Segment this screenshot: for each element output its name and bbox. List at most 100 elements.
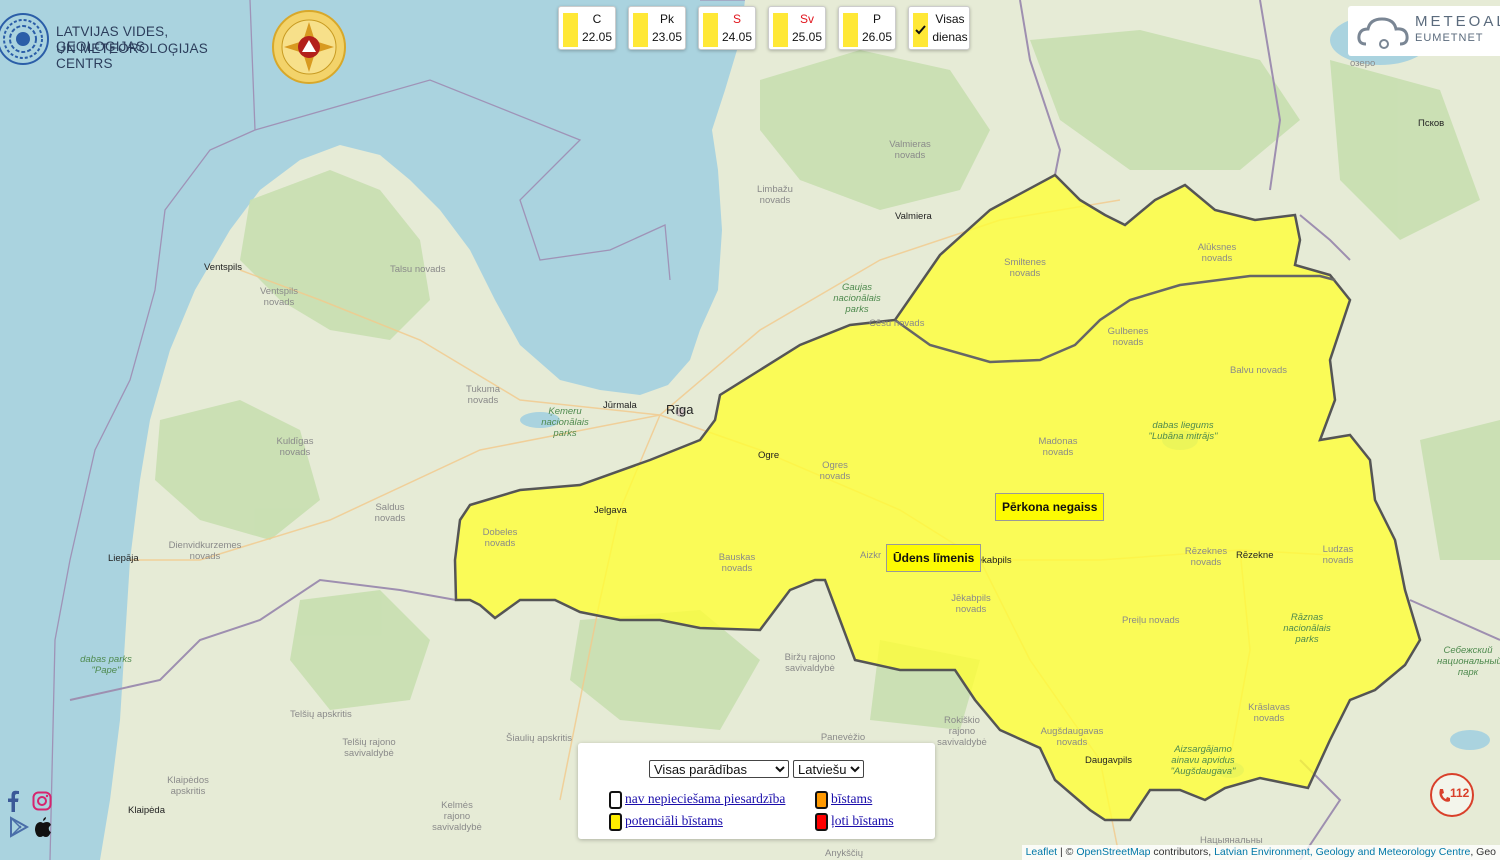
place-label: Rēzekne <box>1236 550 1274 561</box>
legend-panel: Visas parādības Latviešu nav nepieciešam… <box>578 743 935 839</box>
leaflet-link[interactable]: Leaflet <box>1026 846 1058 858</box>
day-date: 24.05 <box>721 30 753 44</box>
place-label: Limbažu novads <box>757 184 793 206</box>
place-label: Ventspils <box>204 262 243 273</box>
all-days-label-line1: Visas <box>935 12 965 26</box>
eumetnet-text: EUMETNET <box>1415 32 1484 44</box>
google-play-icon[interactable] <box>8 816 30 838</box>
day-button-s[interactable]: S 24.05 <box>698 6 756 50</box>
day-button-p[interactable]: P 26.05 <box>838 6 896 50</box>
map-attribution: Leaflet | © OpenStreetMap contributors, … <box>1021 845 1500 860</box>
apple-icon[interactable] <box>34 816 52 838</box>
day-name: Sv <box>799 12 814 26</box>
legend-item-potential[interactable]: potenciāli bīstams <box>625 813 723 829</box>
place-label: Klaipėdos apskritis <box>167 775 209 797</box>
place-label: Telšių apskritis <box>290 709 352 720</box>
day-warning-swatch <box>633 13 648 47</box>
day-button-sv[interactable]: Sv 25.05 <box>768 6 826 50</box>
place-label: Jelgava <box>594 505 627 516</box>
place-label: озеро <box>1350 58 1376 69</box>
day-date: 23.05 <box>651 30 683 44</box>
place-label: dabas liegums "Lubāna mitrājs" <box>1148 420 1218 442</box>
place-label: Ventspils novads <box>259 286 299 308</box>
day-warning-swatch <box>773 13 788 47</box>
place-label: Šiaulių apskritis <box>506 733 572 744</box>
place-label: Ķemeru nacionālais parks <box>541 406 589 439</box>
place-label: dabas parks "Pape" <box>80 654 132 676</box>
day-warning-swatch <box>563 13 578 47</box>
meteoalarm-logo[interactable]: METEOAL EUMETNET <box>1348 6 1500 56</box>
day-warning-swatch <box>843 13 858 47</box>
place-label: Preiļu novads <box>1122 615 1180 626</box>
map-view[interactable]: Ventspils Ventspils novads Talsu novads … <box>0 0 1500 860</box>
place-label: Kelmės rajono savivaldybė <box>432 800 482 833</box>
emergency-112-button[interactable]: 112 <box>1430 773 1474 817</box>
fire-rescue-emblem-icon[interactable] <box>270 8 348 86</box>
emergency-number: 112 <box>1450 786 1470 800</box>
day-name: S <box>732 12 741 26</box>
lvgmc-logo[interactable]: LATVIJAS VIDES, ĢEOLOĢIJAS UN METEOROLOĢ… <box>0 12 250 71</box>
place-label: Псков <box>1418 118 1445 129</box>
place-label: Madonas novads <box>1038 436 1078 458</box>
place-label: Rāznas nacionālais parks <box>1283 612 1331 645</box>
place-label: Dobeles novads <box>482 527 518 549</box>
all-days-button[interactable]: Visas dienas <box>908 6 970 50</box>
place-label: Talsu novads <box>390 264 446 275</box>
facebook-icon[interactable] <box>5 790 21 812</box>
place-label: Rīga <box>666 402 694 417</box>
day-date: 22.05 <box>581 30 613 44</box>
place-label: Klaipėda <box>128 805 165 816</box>
place-label: Smiltenes novads <box>1004 257 1046 279</box>
legend-item-dangerous[interactable]: bīstams <box>831 791 872 807</box>
day-date: 25.05 <box>791 30 823 44</box>
place-label: Jēkabpils novads <box>951 593 991 615</box>
place-label: Kuldīgas novads <box>276 436 314 458</box>
day-button-c[interactable]: C 22.05 <box>558 6 616 50</box>
warning-label-thunderstorm[interactable]: Pērkona negaiss <box>995 493 1105 521</box>
place-label: Saldus novads <box>374 502 406 524</box>
legend-item-none[interactable]: nav nepieciešama piesardzība <box>625 791 785 807</box>
place-label: Себежский национальный парк <box>1437 645 1500 678</box>
cloud-icon <box>1357 17 1409 49</box>
place-label: Balvu novads <box>1230 365 1288 376</box>
attribution-contributors: contributors, <box>1150 846 1215 858</box>
place-label: Telšių rajono savivaldybė <box>342 737 396 759</box>
instagram-icon[interactable] <box>32 791 52 811</box>
place-label: Biržų rajono savivaldybė <box>784 652 836 674</box>
org-name-line2: UN METEOROLOĢIJAS CENTRS <box>56 41 208 71</box>
place-label: Aizkr <box>860 550 882 561</box>
all-days-checkbox[interactable] <box>913 13 928 47</box>
day-warning-swatch <box>703 13 718 47</box>
place-label: Daugavpils <box>1085 755 1132 766</box>
warning-label-water-level[interactable]: Ūdens līmenis <box>886 544 982 572</box>
attribution-separator: | © <box>1057 846 1077 858</box>
day-date: 26.05 <box>861 30 893 44</box>
day-name: Pk <box>659 12 674 26</box>
legend-swatch-potential <box>609 813 622 831</box>
day-button-pk[interactable]: Pk 23.05 <box>628 6 686 50</box>
place-label: Augšdaugavas novads <box>1040 726 1104 748</box>
attribution-tail: , Geo <box>1470 846 1496 858</box>
place-label: Ludzas novads <box>1322 544 1354 566</box>
day-name: C <box>592 12 602 26</box>
place-label: Dienvidkurzemes novads <box>168 540 242 562</box>
place-label: Valmiera <box>895 211 932 222</box>
phenomenon-select[interactable]: Visas parādības <box>649 760 789 778</box>
place-label: Jūrmala <box>603 400 637 411</box>
place-label: Ogres novads <box>819 460 851 482</box>
map-base <box>0 0 1500 860</box>
meteoalarm-text: METEOAL <box>1415 13 1500 30</box>
place-label: Gulbenes novads <box>1107 326 1149 348</box>
language-select[interactable]: Latviešu <box>793 760 864 778</box>
place-label: Anykščių <box>825 848 864 859</box>
legend-swatch-very-dangerous <box>815 813 828 831</box>
legend-swatch-dangerous <box>815 791 828 809</box>
place-label: Alūksnes novads <box>1197 242 1237 264</box>
checkmark-icon <box>915 25 926 35</box>
osm-link[interactable]: OpenStreetMap <box>1076 846 1150 858</box>
legend-item-very-dangerous[interactable]: ļoti bīstams <box>831 813 894 829</box>
phone-icon <box>1439 789 1450 802</box>
place-label: Gaujas nacionālais parks <box>833 282 881 315</box>
lvgmc-link[interactable]: Latvian Environment, Geology and Meteoro… <box>1214 846 1470 858</box>
all-days-label-line2: dienas <box>932 30 968 44</box>
